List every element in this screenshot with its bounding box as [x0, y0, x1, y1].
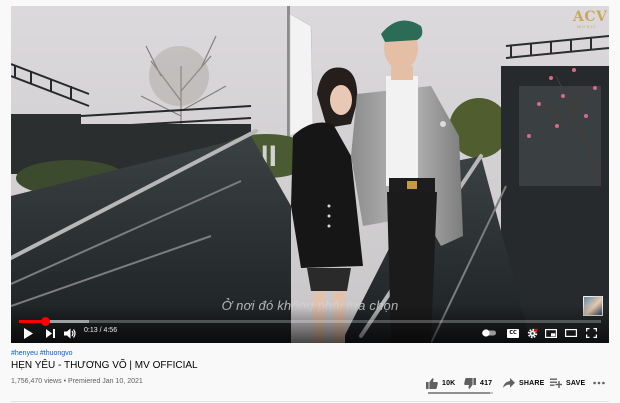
video-title: HẸN YÊU - THƯƠNG VÕ | MV OFFICIAL	[11, 360, 198, 371]
hashtag-link[interactable]: #henyeu	[11, 350, 38, 357]
volume-icon	[64, 328, 76, 338]
subtitles-button[interactable]: CC	[505, 326, 521, 340]
section-divider	[11, 401, 609, 402]
theater-mode-button[interactable]	[564, 326, 578, 340]
mute-button[interactable]	[63, 326, 77, 340]
dislike-count: 417	[480, 379, 493, 387]
hashtag-link[interactable]: #thuongvo	[40, 350, 73, 357]
playlist-add-icon	[550, 378, 562, 388]
share-icon	[503, 378, 515, 388]
gear-icon	[527, 328, 538, 338]
cc-icon: CC	[507, 328, 519, 338]
hashtag-list: #henyeu #thuongvo	[11, 350, 75, 357]
play-button[interactable]	[21, 326, 35, 340]
play-icon	[24, 327, 33, 339]
video-player[interactable]: NI	[11, 6, 609, 343]
share-button[interactable]: SHARE	[503, 376, 545, 390]
view-count: 1,756,470 views	[11, 378, 62, 385]
miniplayer-icon	[545, 328, 557, 338]
thumbs-up-icon	[426, 377, 438, 389]
like-count: 10K	[442, 379, 456, 387]
settings-button[interactable]	[525, 326, 539, 340]
autoplay-toggle-icon	[482, 329, 496, 337]
more-horizontal-icon	[593, 381, 605, 385]
fullscreen-button[interactable]	[584, 326, 598, 340]
time-current: 0:13	[84, 327, 98, 334]
thumbs-down-icon	[464, 377, 476, 389]
sentiment-like-fill	[428, 392, 491, 394]
video-frame: NI	[11, 6, 609, 343]
time-display: 0:13 / 4:56	[84, 327, 117, 334]
video-meta: 1,756,470 views • Premiered Jan 10, 2021	[11, 378, 143, 385]
like-button[interactable]: 10K	[426, 376, 455, 390]
watermark-logo: ACV	[573, 9, 608, 25]
next-button[interactable]	[43, 326, 57, 340]
fullscreen-icon	[585, 328, 597, 338]
progress-bar[interactable]	[19, 317, 601, 326]
dislike-button[interactable]: 417	[464, 376, 492, 390]
time-duration: 4:56	[103, 327, 118, 334]
meta-separator: •	[63, 378, 67, 385]
autoplay-toggle[interactable]	[481, 326, 497, 340]
watermark-sub: MUSIC	[577, 24, 597, 29]
share-label: SHARE	[519, 379, 545, 387]
miniplayer-button[interactable]	[544, 326, 558, 340]
channel-watermark[interactable]: ACV MUSIC	[573, 9, 608, 29]
skip-next-icon	[45, 328, 55, 338]
progress-scrubber[interactable]	[40, 317, 50, 326]
sentiment-bar	[428, 392, 493, 394]
theater-icon	[565, 329, 577, 337]
more-actions-button[interactable]	[593, 376, 605, 390]
premiere-date: Premiered Jan 10, 2021	[68, 378, 143, 385]
save-label: SAVE	[566, 379, 586, 387]
save-button[interactable]: SAVE	[550, 376, 585, 390]
